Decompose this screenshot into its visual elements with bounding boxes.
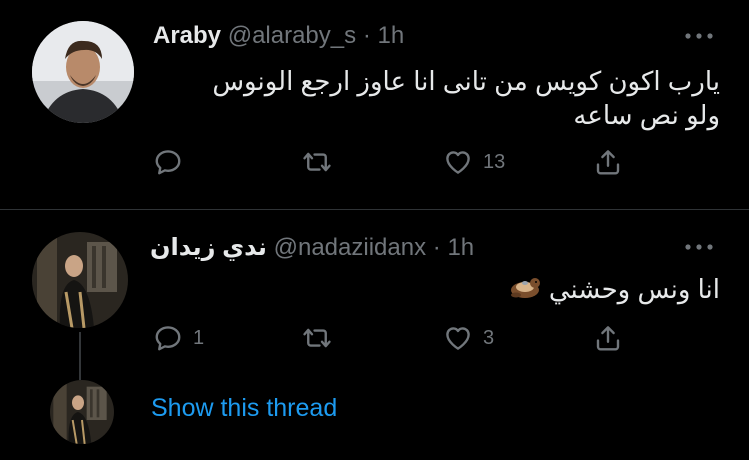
reply-button[interactable] [153,146,183,178]
retweet-icon [303,152,331,172]
author-name[interactable]: ندي زيدان [150,234,267,261]
reply-icon [155,326,181,351]
timestamp[interactable]: 1h [447,234,474,261]
more-options-icon[interactable] [684,242,714,252]
retweet-icon [303,328,331,348]
tweet-araby[interactable]: Araby @alaraby_s · 1h يارب اكون كويس من … [0,0,749,209]
thread-connector [79,332,81,380]
avatar[interactable] [32,21,134,123]
author-handle[interactable]: @nadaziidanx [274,234,426,261]
tweet-nada[interactable]: ندي زيدان @nadaziidanx · 1h انا ونس وحشن… [0,210,749,460]
heart-icon [446,151,470,174]
separator-dot: · [362,22,371,49]
reply-count: 1 [193,326,205,349]
show-thread-link[interactable]: Show this thread [151,394,337,423]
reply-icon [155,150,181,175]
tweet-text-line: يارب اكون كويس من تانى انا عاوز ارجع الو… [212,66,720,96]
heart-icon [446,327,470,350]
avatar[interactable] [32,232,128,328]
share-icon [596,326,620,351]
share-button[interactable] [593,322,623,354]
retweet-button[interactable] [301,146,333,178]
like-button[interactable]: 3 [443,322,494,354]
like-count: 3 [483,326,495,349]
otter-emoji [508,273,542,309]
thread-avatar[interactable] [50,380,114,444]
author-name[interactable]: Araby [153,22,221,49]
author-handle[interactable]: @alaraby_s [228,22,356,49]
retweet-button[interactable] [301,322,333,354]
tweet-text-content: انا ونس وحشني [548,274,720,304]
tweet-text-line: ولو نص ساعه [573,100,720,130]
share-icon [596,150,620,175]
timestamp[interactable]: 1h [377,22,404,49]
share-button[interactable] [593,146,623,178]
separator-dot: · [432,234,441,261]
like-count: 13 [483,150,506,173]
reply-button[interactable]: 1 [153,322,204,354]
like-button[interactable]: 13 [443,146,505,178]
tweet-text: انا ونس وحشني [504,272,720,309]
more-options-icon[interactable] [684,31,714,41]
